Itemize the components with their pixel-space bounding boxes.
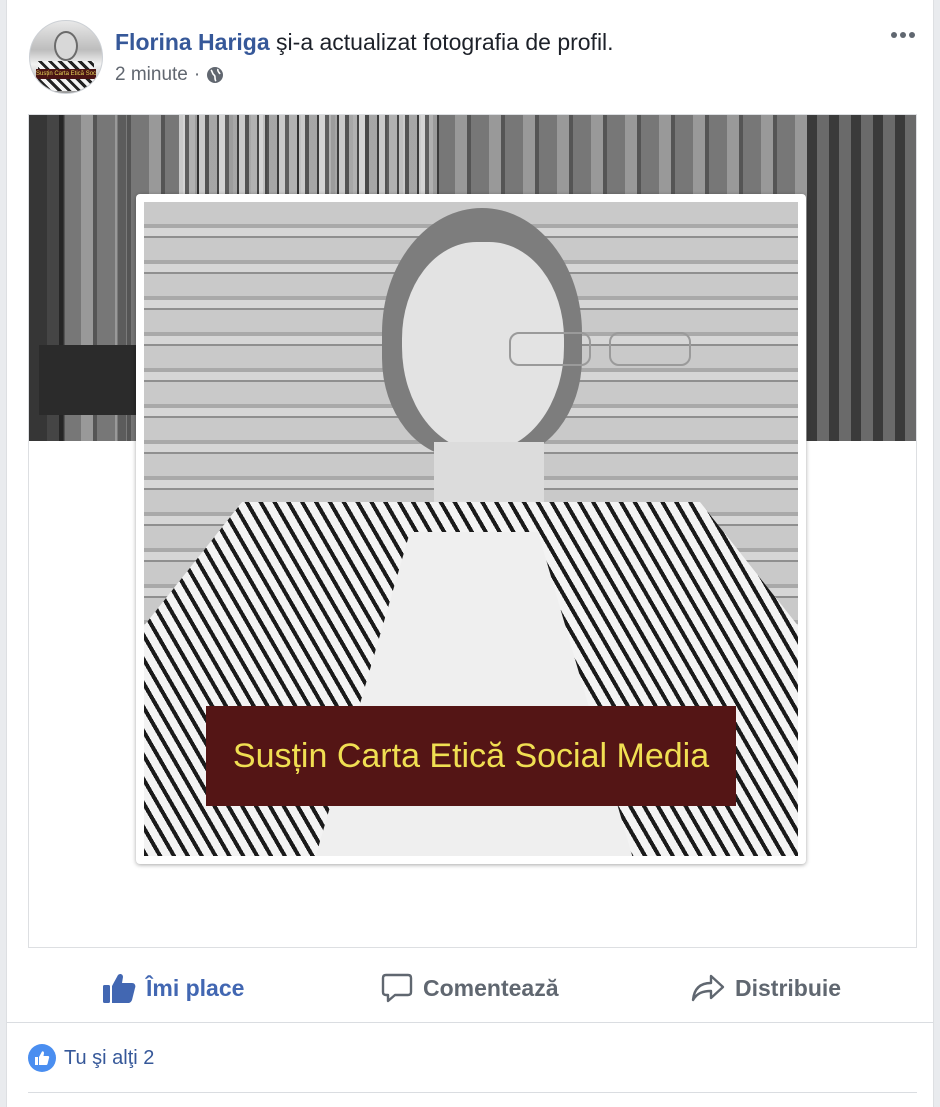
share-button[interactable]: Distribuie [691,958,841,1018]
globe-icon[interactable] [206,66,224,84]
comment-button[interactable]: Comentează [381,958,558,1018]
profile-picture-frame[interactable]: Susțin Carta Etică Social Media [136,194,806,864]
author-name[interactable]: Florina Hariga [115,29,270,55]
post-card: Susțin Carta Etică Social Media Florina … [6,0,934,1107]
meta-separator: · [193,64,201,85]
actions-divider [7,1022,933,1023]
post-header: Florina Hariga şi-a actualizat fotografi… [115,27,614,57]
avatar-banner: Susțin Carta Etică Social Media [36,69,96,79]
avatar-face [54,31,78,61]
like-reaction-icon [28,1044,56,1072]
like-label: Îmi place [146,974,245,1001]
profile-frame-banner: Susțin Carta Etică Social Media [206,706,736,806]
more-options-icon[interactable] [887,22,919,48]
post-timestamp[interactable]: 2 minute [115,62,188,88]
glasses-graphic [359,332,691,366]
reaction-summary-text: Tu şi alţi 2 [64,1046,155,1069]
share-icon [691,974,725,1002]
profile-photo: Susțin Carta Etică Social Media [144,202,798,856]
banner-text: Susțin Carta Etică Social Media [232,737,710,775]
share-label: Distribuie [735,974,842,1001]
comment-label: Comentează [423,974,559,1001]
profile-update-media[interactable]: Susțin Carta Etică Social Media [28,114,917,948]
reaction-summary[interactable]: Tu şi alţi 2 [28,1044,154,1072]
author-avatar[interactable]: Susțin Carta Etică Social Media [29,20,103,94]
post-actions: Îmi place Comentează Distribuie [7,958,933,1018]
thumbs-up-icon [103,973,136,1003]
bottom-divider [28,1092,917,1093]
like-button[interactable]: Îmi place [102,958,244,1018]
post-action-text: şi-a actualizat fotografia de profil. [269,29,614,55]
post-meta: 2 minute · [115,62,224,88]
comment-icon [381,973,413,1003]
